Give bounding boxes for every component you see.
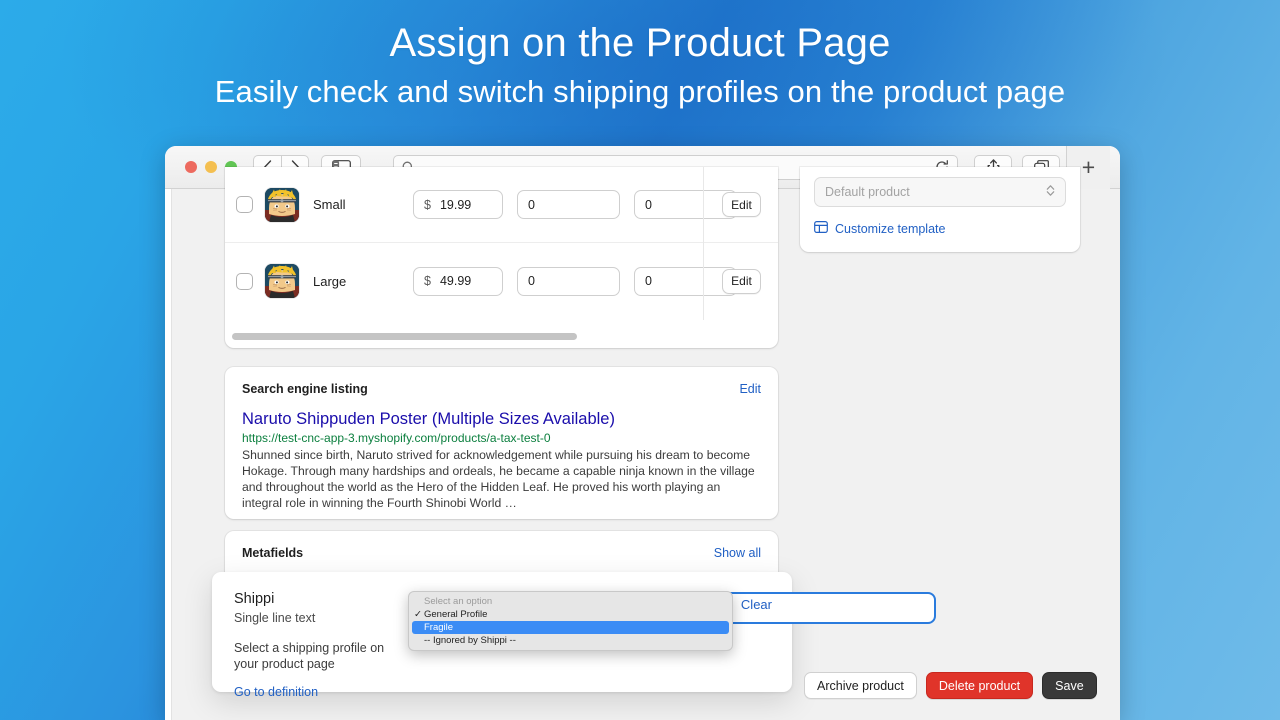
dropdown-placeholder-label: Select an option <box>424 596 493 607</box>
variant-checkbox[interactable] <box>236 272 253 290</box>
variants-card: Small $ 19.99 0 0 Edit Large $ 49.99 0 0… <box>225 167 778 348</box>
customize-template-label: Customize template <box>835 221 946 236</box>
currency-symbol: $ <box>424 274 431 288</box>
card-header: Metafields Show all <box>242 546 761 560</box>
variant-available-value: 0 <box>645 274 652 288</box>
promo-header: Assign on the Product Page Easily check … <box>0 16 1280 114</box>
dropdown-option-label: General Profile <box>424 609 488 620</box>
variant-quantity-input[interactable]: 0 <box>517 266 620 296</box>
minimize-window-button[interactable] <box>205 161 217 173</box>
template-selected-value: Default product <box>825 185 910 199</box>
close-window-button[interactable] <box>185 161 197 173</box>
dropdown-option-ignored-by-shippi[interactable]: -- Ignored by Shippi -- <box>409 634 732 647</box>
variants-horizontal-scrollbar[interactable] <box>232 333 771 340</box>
save-button[interactable]: Save <box>1042 672 1097 699</box>
variant-edit-button[interactable]: Edit <box>722 192 761 217</box>
variant-name: Small <box>313 197 346 212</box>
search-engine-listing-card: Search engine listing Edit Naruto Shippu… <box>225 367 778 519</box>
admin-sidebar-edge <box>165 189 172 720</box>
variant-edit-button[interactable]: Edit <box>722 268 761 294</box>
seo-preview-title[interactable]: Naruto Shippuden Poster (Multiple Sizes … <box>242 409 761 429</box>
scrollbar-thumb[interactable] <box>232 333 577 340</box>
seo-card-title: Search engine listing <box>242 382 368 396</box>
seo-preview-url: https://test-cnc-app-3.myshopify.com/pro… <box>242 431 551 445</box>
dropdown-option-general-profile[interactable]: ✓ General Profile <box>409 608 732 621</box>
template-select[interactable]: Default product <box>814 177 1066 207</box>
archive-product-button[interactable]: Archive product <box>804 672 917 699</box>
variant-thumbnail <box>265 187 299 222</box>
page-subtitle: Easily check and switch shipping profile… <box>214 74 1066 109</box>
dropdown-option-label: -- Ignored by Shippi -- <box>424 635 516 646</box>
dropdown-option-fragile[interactable]: Fragile <box>412 621 729 634</box>
chevron-updown-icon <box>1046 184 1055 200</box>
template-icon <box>814 220 828 237</box>
table-row[interactable]: Small $ 19.99 0 0 Edit <box>225 167 778 243</box>
variant-price-value: 19.99 <box>439 197 472 212</box>
theme-template-card: Default product Customize template <box>800 167 1080 252</box>
dropdown-option-label: Fragile <box>424 622 454 633</box>
variant-price-value: 49.99 <box>439 274 472 288</box>
customize-template-link[interactable]: Customize template <box>814 220 1066 237</box>
variants-sticky-divider <box>703 167 704 320</box>
currency-symbol: $ <box>424 197 431 212</box>
seo-edit-link[interactable]: Edit <box>739 382 761 396</box>
variant-price-input[interactable]: $ 49.99 <box>413 266 503 296</box>
shippi-clear-link[interactable]: Clear <box>741 597 772 612</box>
delete-product-button[interactable]: Delete product <box>925 672 1034 699</box>
shippi-definition-link[interactable]: Go to definition <box>234 685 772 699</box>
variant-price-input[interactable]: $ 19.99 <box>413 190 503 219</box>
variant-quantity-value: 0 <box>528 197 535 212</box>
variant-quantity-input[interactable]: 0 <box>517 190 620 219</box>
card-header: Search engine listing Edit <box>242 382 761 396</box>
page-title: Assign on the Product Page <box>389 21 891 65</box>
variant-checkbox[interactable] <box>236 196 253 213</box>
metafields-card-title: Metafields <box>242 546 304 560</box>
seo-preview-description: Shunned since birth, Naruto strived for … <box>242 448 755 510</box>
product-action-buttons: Archive product Delete product Save <box>804 672 1097 699</box>
check-icon: ✓ <box>414 609 422 620</box>
table-row[interactable]: Large $ 49.99 0 0 Edit <box>225 243 778 319</box>
variant-thumbnail <box>265 264 299 298</box>
metafields-show-all-link[interactable]: Show all <box>714 546 761 560</box>
shippi-field-help: Select a shipping profile on your produc… <box>234 641 385 671</box>
variant-name: Large <box>313 273 347 289</box>
variant-quantity-value: 0 <box>528 274 535 288</box>
shipping-profile-dropdown[interactable]: Select an option ✓ General Profile Fragi… <box>408 591 733 651</box>
variant-available-value: 0 <box>645 197 652 212</box>
